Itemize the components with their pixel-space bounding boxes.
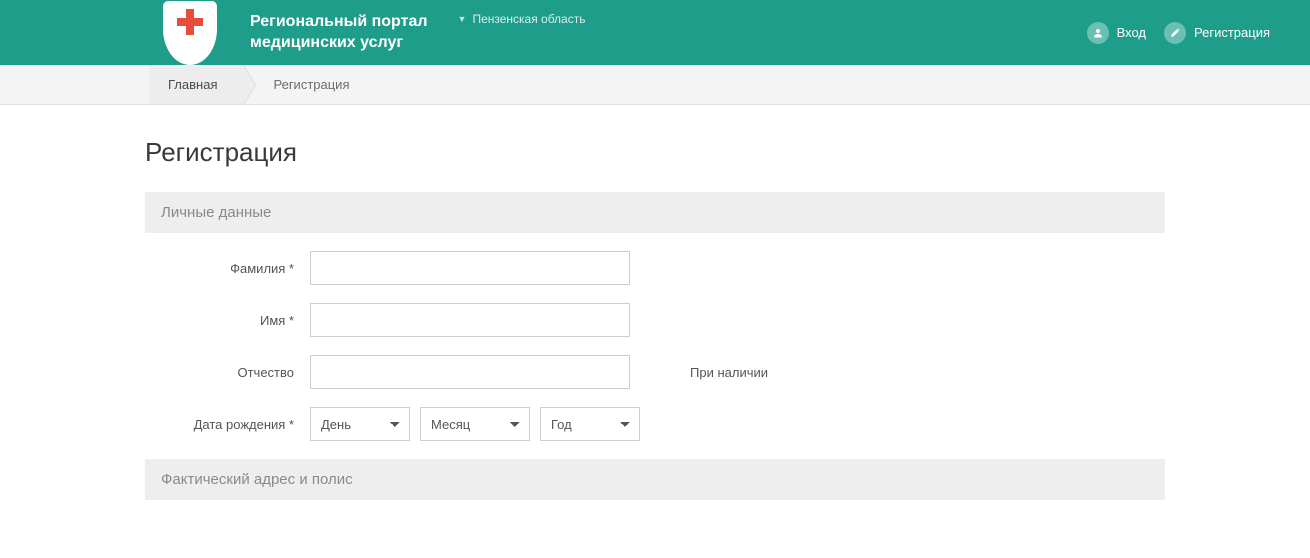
breadcrumb-current: Регистрация — [243, 65, 375, 104]
region-name: Пензенская область — [472, 12, 585, 26]
red-cross-icon — [177, 9, 203, 35]
surname-input[interactable] — [310, 251, 630, 285]
section-address-header: Фактический адрес и полис — [145, 459, 1165, 500]
section-personal-header: Личные данные — [145, 192, 1165, 233]
logo[interactable] — [150, 0, 230, 65]
brand-line-2: медицинских услуг — [250, 33, 428, 54]
patronymic-label: Отчество — [145, 365, 310, 380]
region-selector[interactable]: ▼ Пензенская область — [458, 12, 586, 26]
main-content: Регистрация Личные данные Фамилия * Имя … — [145, 137, 1165, 558]
register-label: Регистрация — [1194, 25, 1270, 40]
login-label: Вход — [1117, 25, 1146, 40]
dob-day-select[interactable]: День — [310, 407, 410, 441]
breadcrumb-home-label: Главная — [168, 77, 217, 92]
name-label: Имя * — [145, 313, 310, 328]
page-title: Регистрация — [145, 137, 1165, 168]
breadcrumb: Главная Регистрация — [0, 65, 1310, 105]
row-patronymic: Отчество При наличии — [145, 355, 1165, 389]
dob-month-select[interactable]: Месяц — [420, 407, 530, 441]
surname-label: Фамилия * — [145, 261, 310, 276]
login-link[interactable]: Вход — [1087, 22, 1146, 44]
breadcrumb-current-label: Регистрация — [273, 77, 349, 92]
row-surname: Фамилия * — [145, 251, 1165, 285]
caret-down-icon: ▼ — [458, 14, 467, 24]
dob-year-select[interactable]: Год — [540, 407, 640, 441]
shield-icon — [163, 1, 217, 65]
row-dob: Дата рождения * День Месяц Год — [145, 407, 1165, 441]
dob-label: Дата рождения * — [145, 417, 310, 432]
site-brand: Региональный портал медицинских услуг — [250, 12, 428, 54]
top-bar: Региональный портал медицинских услуг ▼ … — [0, 0, 1310, 65]
patronymic-hint: При наличии — [690, 365, 768, 380]
user-icon — [1087, 22, 1109, 44]
pencil-icon — [1164, 22, 1186, 44]
row-name: Имя * — [145, 303, 1165, 337]
register-link[interactable]: Регистрация — [1164, 22, 1270, 44]
brand-line-1: Региональный портал — [250, 12, 428, 33]
breadcrumb-home[interactable]: Главная — [150, 65, 243, 104]
top-actions: Вход Регистрация — [1087, 22, 1270, 44]
patronymic-input[interactable] — [310, 355, 630, 389]
name-input[interactable] — [310, 303, 630, 337]
